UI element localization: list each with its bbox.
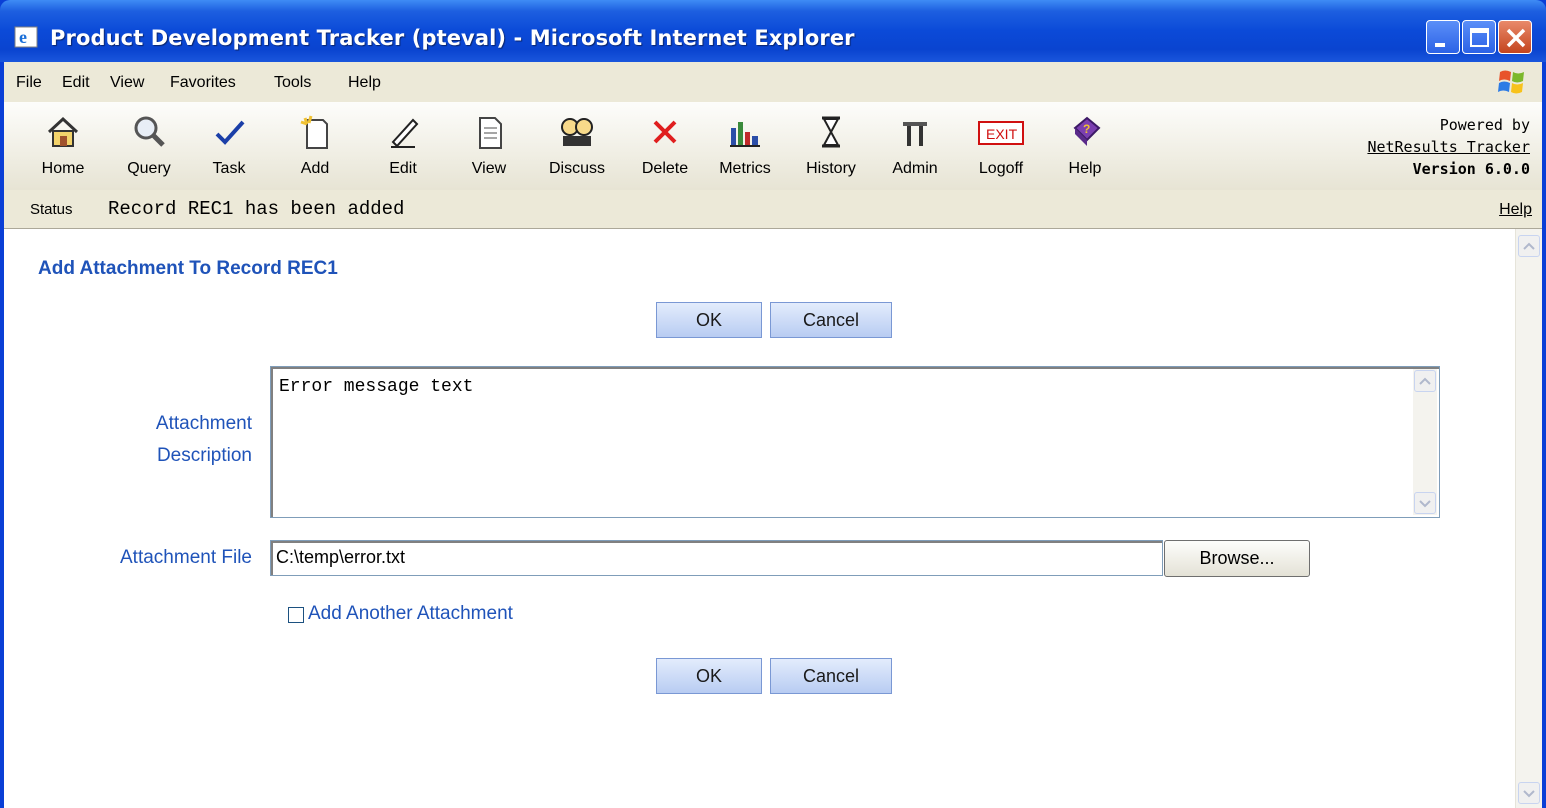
toolbar-metrics-label: Metrics xyxy=(719,160,771,177)
description-label-line2: Description xyxy=(156,445,252,466)
toolbar-home-button[interactable]: Home xyxy=(28,108,98,184)
version-text: Version 6.0.0 xyxy=(1412,160,1530,178)
home-icon xyxy=(47,116,79,147)
toolbar-add-label: Add xyxy=(300,160,330,177)
toolbar-metrics-button[interactable]: Metrics xyxy=(710,108,780,184)
menu-edit[interactable]: Edit xyxy=(62,74,90,92)
magnifier-icon xyxy=(134,116,165,147)
toolbar-task-button[interactable]: Task xyxy=(194,108,264,184)
help-book-icon: ? xyxy=(1073,116,1101,146)
svg-text:EXIT: EXIT xyxy=(986,126,1018,142)
toolbar-help-button[interactable]: ? Help xyxy=(1050,108,1120,184)
menu-view[interactable]: View xyxy=(110,74,144,92)
scroll-up-arrow-icon[interactable] xyxy=(1414,370,1436,392)
page-scroll-up-icon[interactable] xyxy=(1518,235,1540,257)
ok-button-top[interactable]: OK xyxy=(656,302,762,338)
status-help-link[interactable]: Help xyxy=(1499,201,1532,219)
toolbar-help-label: Help xyxy=(1068,160,1102,177)
file-path-input[interactable]: C:\temp\error.txt xyxy=(270,540,1163,576)
toolbar-logoff-button[interactable]: EXIT Logoff xyxy=(966,108,1036,184)
toolbar-admin-button[interactable]: Admin xyxy=(880,108,950,184)
menu-favorites[interactable]: Favorites xyxy=(170,74,236,92)
menu-tools[interactable]: Tools xyxy=(274,74,311,92)
status-bar: Status Record REC1 has been added Help xyxy=(4,190,1542,229)
status-label: Status xyxy=(30,201,73,218)
add-another-checkbox[interactable] xyxy=(288,607,304,623)
svg-text:e: e xyxy=(19,27,27,47)
hourglass-icon xyxy=(822,116,840,148)
toolbar-discuss-label: Discuss xyxy=(548,160,605,177)
description-label-line1: Attachment xyxy=(155,413,252,434)
windows-logo-icon xyxy=(1498,70,1524,94)
toolbar-task-label: Task xyxy=(212,160,246,177)
browse-button[interactable]: Browse... xyxy=(1164,540,1310,577)
toolbar-history-label: History xyxy=(806,160,856,177)
description-textarea[interactable]: Error message text xyxy=(270,366,1440,518)
toolbar-admin-label: Admin xyxy=(892,160,938,177)
toolbar-query-button[interactable]: Query xyxy=(114,108,184,184)
page-scrollbar[interactable] xyxy=(1515,229,1542,808)
document-icon xyxy=(479,117,502,149)
browser-window: e Product Development Tracker (pteval) -… xyxy=(0,0,1546,808)
scroll-down-arrow-icon[interactable] xyxy=(1414,492,1436,514)
maximize-button[interactable] xyxy=(1462,20,1496,54)
toolbar-edit-label: Edit xyxy=(389,160,417,177)
red-x-icon xyxy=(653,120,677,144)
cancel-button-bottom[interactable]: Cancel xyxy=(770,658,892,694)
toolbar-edit-button[interactable]: Edit xyxy=(368,108,438,184)
toolbar-history-button[interactable]: History xyxy=(796,108,866,184)
people-icon xyxy=(561,118,593,146)
title-bar[interactable]: e Product Development Tracker (pteval) -… xyxy=(0,0,1546,62)
window-title: Product Development Tracker (pteval) - M… xyxy=(50,26,855,50)
toolbar-query-label: Query xyxy=(127,160,171,177)
pencil-icon xyxy=(391,118,419,148)
status-message: Record REC1 has been added xyxy=(108,198,405,220)
app-toolbar: Home Query Task Add Edit View Discuss De… xyxy=(4,102,1542,191)
product-link[interactable]: NetResults Tracker xyxy=(1367,136,1530,158)
toolbar-discuss-button[interactable]: Discuss xyxy=(542,108,612,184)
menu-bar: File Edit View Favorites Tools Help xyxy=(4,62,1542,103)
checkmark-icon xyxy=(215,120,245,145)
close-button[interactable] xyxy=(1498,20,1532,54)
menu-help[interactable]: Help xyxy=(348,74,381,92)
toolbar-add-button[interactable]: Add xyxy=(280,108,350,184)
powered-by-block: Powered by NetResults Tracker Version 6.… xyxy=(1367,114,1530,180)
svg-text:?: ? xyxy=(1083,122,1090,136)
ie-icon: e xyxy=(14,26,38,48)
page-title: Add Attachment To Record REC1 xyxy=(38,258,338,279)
tools-icon xyxy=(903,122,927,146)
toolbar-logoff-label: Logoff xyxy=(978,160,1024,177)
toolbar-view-label: View xyxy=(471,160,507,177)
page-content: Add Attachment To Record REC1 OK Cancel … xyxy=(4,229,1542,808)
minimize-button[interactable] xyxy=(1426,20,1460,54)
file-label: Attachment File xyxy=(120,547,252,568)
page-scroll-down-icon[interactable] xyxy=(1518,782,1540,804)
add-another-label[interactable]: Add Another Attachment xyxy=(308,603,513,625)
ok-button-bottom[interactable]: OK xyxy=(656,658,762,694)
toolbar-delete-label: Delete xyxy=(641,160,689,177)
toolbar-delete-button[interactable]: Delete xyxy=(630,108,700,184)
toolbar-home-label: Home xyxy=(41,160,85,177)
powered-by-text: Powered by xyxy=(1439,116,1530,134)
cancel-button-top[interactable]: Cancel xyxy=(770,302,892,338)
new-document-icon xyxy=(300,115,328,149)
textarea-scrollbar[interactable] xyxy=(1413,369,1437,515)
menu-file[interactable]: File xyxy=(16,74,42,92)
exit-sign-icon: EXIT xyxy=(978,121,1024,145)
toolbar-view-button[interactable]: View xyxy=(454,108,524,184)
bar-chart-icon xyxy=(730,122,760,147)
description-text: Error message text xyxy=(279,377,474,397)
